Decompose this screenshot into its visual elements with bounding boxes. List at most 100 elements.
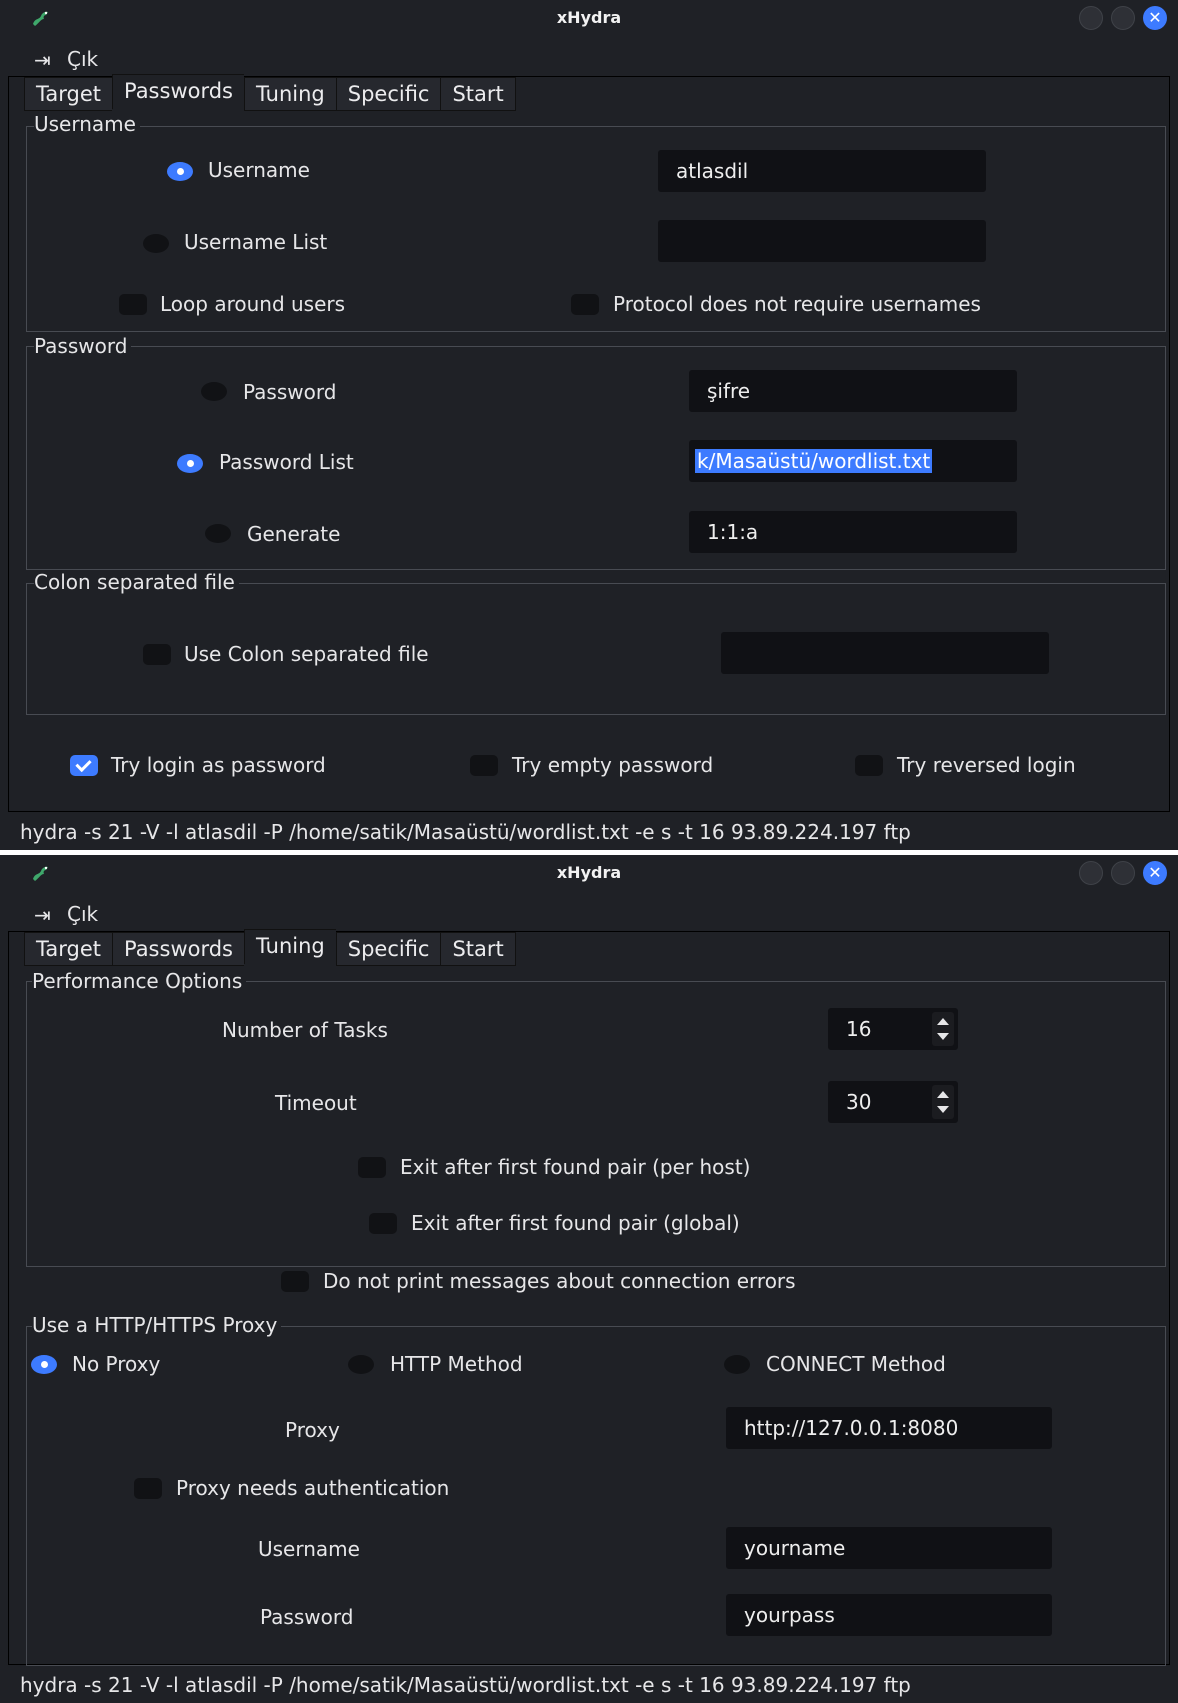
exit-icon: ⇥ <box>34 903 51 927</box>
proxy-label: Proxy <box>285 1418 340 1442</box>
exit-per-host-label: Exit after first found pair (per host) <box>400 1155 751 1179</box>
tab-start[interactable]: Start <box>440 77 516 111</box>
title-bar: xHydra ✕ <box>0 855 1178 891</box>
proxy-username-label: Username <box>258 1537 360 1561</box>
tab-target[interactable]: Target <box>24 932 112 966</box>
password-list-field[interactable]: k/Masaüstü/wordlist.txt <box>689 440 1017 482</box>
close-icon: ✕ <box>1148 8 1162 27</box>
command-status-bar: hydra -s 21 -V -l atlasdil -P /home/sati… <box>0 1667 1178 1703</box>
loop-users-label: Loop around users <box>160 292 346 316</box>
generate-radio-label: Generate <box>247 522 341 546</box>
performance-group-title: Performance Options <box>32 969 247 993</box>
menu-quit[interactable]: Çık <box>67 47 98 71</box>
close-button[interactable]: ✕ <box>1143 861 1167 885</box>
minimize-button[interactable] <box>1079 6 1103 30</box>
http-method-radio[interactable] <box>348 1355 374 1374</box>
password-radio-label: Password <box>243 380 337 404</box>
timeout-spinner[interactable]: 30 <box>828 1081 958 1123</box>
proxy-username-field[interactable]: yourname <box>726 1527 1052 1569</box>
xhydra-window-passwords: xHydra ✕ ⇥ Çık Target Passwords Tuning S… <box>0 0 1178 850</box>
menu-bar: ⇥ Çık <box>0 893 1178 929</box>
username-group-title: Username <box>34 112 140 136</box>
tab-tuning[interactable]: Tuning <box>244 77 336 111</box>
tab-passwords[interactable]: Passwords <box>111 932 244 966</box>
try-reversed-checkbox[interactable] <box>855 755 883 776</box>
menu-bar: ⇥ Çık <box>0 38 1178 74</box>
tab-start[interactable]: Start <box>440 932 516 966</box>
generate-radio[interactable] <box>205 524 231 543</box>
tab-specific[interactable]: Specific <box>335 77 441 111</box>
command-line-text: hydra -s 21 -V -l atlasdil -P /home/sati… <box>20 1673 911 1697</box>
decrement-icon[interactable] <box>937 1106 949 1113</box>
exit-icon: ⇥ <box>34 48 51 72</box>
try-login-label: Try login as password <box>111 753 326 777</box>
username-field[interactable]: atlasdil <box>658 150 986 192</box>
decrement-icon[interactable] <box>937 1033 949 1040</box>
proxy-password-label: Password <box>260 1605 354 1629</box>
close-button[interactable]: ✕ <box>1143 6 1167 30</box>
increment-icon[interactable] <box>937 1091 949 1098</box>
exit-global-label: Exit after first found pair (global) <box>411 1211 740 1235</box>
try-reversed-label: Try reversed login <box>897 753 1076 777</box>
timeout-spinner-buttons[interactable] <box>932 1085 954 1119</box>
command-status-bar: hydra -s 21 -V -l atlasdil -P /home/sati… <box>0 814 1178 850</box>
try-login-checkbox[interactable] <box>70 755 98 776</box>
tab-passwords[interactable]: Passwords <box>111 74 244 109</box>
colon-file-group-title: Colon separated file <box>34 570 239 594</box>
no-usernames-checkbox[interactable] <box>571 294 599 315</box>
connect-method-label: CONNECT Method <box>766 1352 946 1376</box>
proxy-auth-label: Proxy needs authentication <box>176 1476 450 1500</box>
username-list-radio-label: Username List <box>184 230 328 254</box>
password-radio[interactable] <box>201 382 227 401</box>
password-group-title: Password <box>34 334 132 358</box>
title-bar: xHydra ✕ <box>0 0 1178 36</box>
http-method-label: HTTP Method <box>390 1352 523 1376</box>
maximize-button[interactable] <box>1111 861 1135 885</box>
proxy-password-field[interactable]: yourpass <box>726 1594 1052 1636</box>
username-list-field[interactable] <box>658 220 986 262</box>
username-radio[interactable] <box>167 162 193 181</box>
window-title: xHydra <box>556 8 622 27</box>
command-line-text: hydra -s 21 -V -l atlasdil -P /home/sati… <box>20 820 911 844</box>
timeout-label: Timeout <box>275 1091 357 1115</box>
tab-specific[interactable]: Specific <box>335 932 441 966</box>
username-radio-label: Username <box>208 158 310 182</box>
no-conn-errors-checkbox[interactable] <box>281 1271 309 1292</box>
password-list-radio[interactable] <box>177 454 203 473</box>
connect-method-radio[interactable] <box>724 1355 750 1374</box>
use-colon-label: Use Colon separated file <box>184 642 429 666</box>
generate-field[interactable]: 1:1:a <box>689 511 1017 553</box>
tab-target[interactable]: Target <box>24 77 112 111</box>
loop-users-checkbox[interactable] <box>119 294 147 315</box>
xhydra-window-tuning: xHydra ✕ ⇥ Çık Target Passwords Tuning S… <box>0 855 1178 1703</box>
exit-per-host-checkbox[interactable] <box>358 1157 386 1178</box>
tasks-spinner[interactable]: 16 <box>828 1008 958 1050</box>
password-list-selected-text: k/Masaüstü/wordlist.txt <box>695 449 933 473</box>
try-empty-checkbox[interactable] <box>470 755 498 776</box>
exit-global-checkbox[interactable] <box>369 1213 397 1234</box>
minimize-button[interactable] <box>1079 861 1103 885</box>
no-proxy-radio[interactable] <box>31 1355 57 1374</box>
maximize-button[interactable] <box>1111 6 1135 30</box>
tab-bar: Target Passwords Tuning Specific Start <box>24 74 516 111</box>
increment-icon[interactable] <box>937 1018 949 1025</box>
use-colon-checkbox[interactable] <box>143 644 171 665</box>
proxy-field[interactable]: http://127.0.0.1:8080 <box>726 1407 1052 1449</box>
window-title: xHydra <box>556 863 622 882</box>
menu-quit[interactable]: Çık <box>67 902 98 926</box>
tasks-spinner-buttons[interactable] <box>932 1012 954 1046</box>
tasks-label: Number of Tasks <box>222 1018 388 1042</box>
password-list-radio-label: Password List <box>219 450 354 474</box>
password-field[interactable]: şifre <box>689 370 1017 412</box>
proxy-auth-checkbox[interactable] <box>134 1478 162 1499</box>
colon-file-field[interactable] <box>721 632 1049 674</box>
username-list-radio[interactable] <box>143 234 169 253</box>
timeout-value: 30 <box>846 1090 872 1114</box>
proxy-group-title: Use a HTTP/HTTPS Proxy <box>32 1313 282 1337</box>
tab-tuning[interactable]: Tuning <box>244 929 336 964</box>
tasks-value: 16 <box>846 1017 872 1041</box>
try-empty-label: Try empty password <box>512 753 714 777</box>
tab-bar: Target Passwords Tuning Specific Start <box>24 929 516 966</box>
no-proxy-label: No Proxy <box>72 1352 161 1376</box>
no-conn-errors-label: Do not print messages about connection e… <box>323 1269 796 1293</box>
